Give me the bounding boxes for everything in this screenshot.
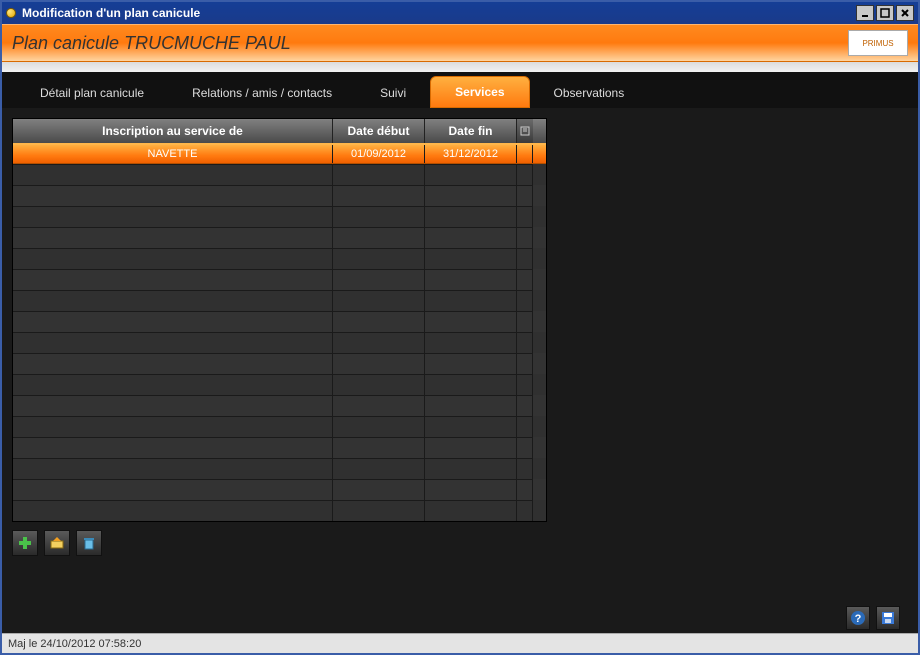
table-row-empty[interactable] xyxy=(13,332,546,353)
services-table: Inscription au service de Date début Dat… xyxy=(12,118,547,522)
minimize-button[interactable] xyxy=(856,5,874,21)
maximize-button[interactable] xyxy=(876,5,894,21)
tab-services[interactable]: Services xyxy=(430,76,529,108)
meta-strip xyxy=(2,62,918,72)
footer-bar: ? xyxy=(12,603,908,633)
tab-detail[interactable]: Détail plan canicule xyxy=(16,78,168,108)
table-row-empty[interactable] xyxy=(13,227,546,248)
edit-icon xyxy=(49,535,65,551)
table-row-empty[interactable] xyxy=(13,248,546,269)
statusbar: Maj le 24/10/2012 07:58:20 xyxy=(2,633,918,653)
col-header-service[interactable]: Inscription au service de xyxy=(13,119,333,143)
app-icon xyxy=(6,8,16,18)
table-toolbar xyxy=(12,530,908,556)
titlebar: Modification d'un plan canicule xyxy=(2,2,918,24)
status-text: Maj le 24/10/2012 07:58:20 xyxy=(8,638,141,650)
table-row[interactable]: NAVETTE01/09/201231/12/2012 xyxy=(13,143,546,164)
table-row-empty[interactable] xyxy=(13,500,546,521)
trash-icon xyxy=(81,535,97,551)
cell-end: 31/12/2012 xyxy=(425,145,517,163)
table-row-empty[interactable] xyxy=(13,479,546,500)
cell-pad xyxy=(517,145,533,163)
close-button[interactable] xyxy=(896,5,914,21)
delete-button[interactable] xyxy=(76,530,102,556)
table-row-empty[interactable] xyxy=(13,374,546,395)
cell-start: 01/09/2012 xyxy=(333,145,425,163)
table-row-empty[interactable] xyxy=(13,353,546,374)
tab-suivi[interactable]: Suivi xyxy=(356,78,430,108)
table-row-empty[interactable] xyxy=(13,437,546,458)
tab-bar: Détail plan canicule Relations / amis / … xyxy=(2,72,918,108)
table-row-empty[interactable] xyxy=(13,416,546,437)
page-title: Plan canicule TRUCMUCHE PAUL xyxy=(12,33,848,54)
table-row-empty[interactable] xyxy=(13,458,546,479)
window-title: Modification d'un plan canicule xyxy=(22,6,854,20)
help-icon: ? xyxy=(850,610,866,626)
edit-button[interactable] xyxy=(44,530,70,556)
tab-observations[interactable]: Observations xyxy=(530,78,649,108)
col-header-end[interactable]: Date fin xyxy=(425,119,517,143)
svg-text:?: ? xyxy=(855,613,862,625)
table-row-empty[interactable] xyxy=(13,206,546,227)
table-row-empty[interactable] xyxy=(13,290,546,311)
cell-service: NAVETTE xyxy=(13,145,333,163)
help-button[interactable]: ? xyxy=(846,606,870,630)
table-row-empty[interactable] xyxy=(13,395,546,416)
save-icon xyxy=(880,610,896,626)
tab-relations[interactable]: Relations / amis / contacts xyxy=(168,78,356,108)
table-row-empty[interactable] xyxy=(13,269,546,290)
header-band: Plan canicule TRUCMUCHE PAUL PRIMUS xyxy=(2,24,918,62)
table-header-scroll-icon[interactable] xyxy=(517,119,533,143)
table-row-empty[interactable] xyxy=(13,311,546,332)
save-button[interactable] xyxy=(876,606,900,630)
table-row-empty[interactable] xyxy=(13,185,546,206)
table-row-empty[interactable] xyxy=(13,164,546,185)
col-header-start[interactable]: Date début xyxy=(333,119,425,143)
logo: PRIMUS xyxy=(848,30,908,56)
add-button[interactable] xyxy=(12,530,38,556)
plus-icon xyxy=(17,535,33,551)
